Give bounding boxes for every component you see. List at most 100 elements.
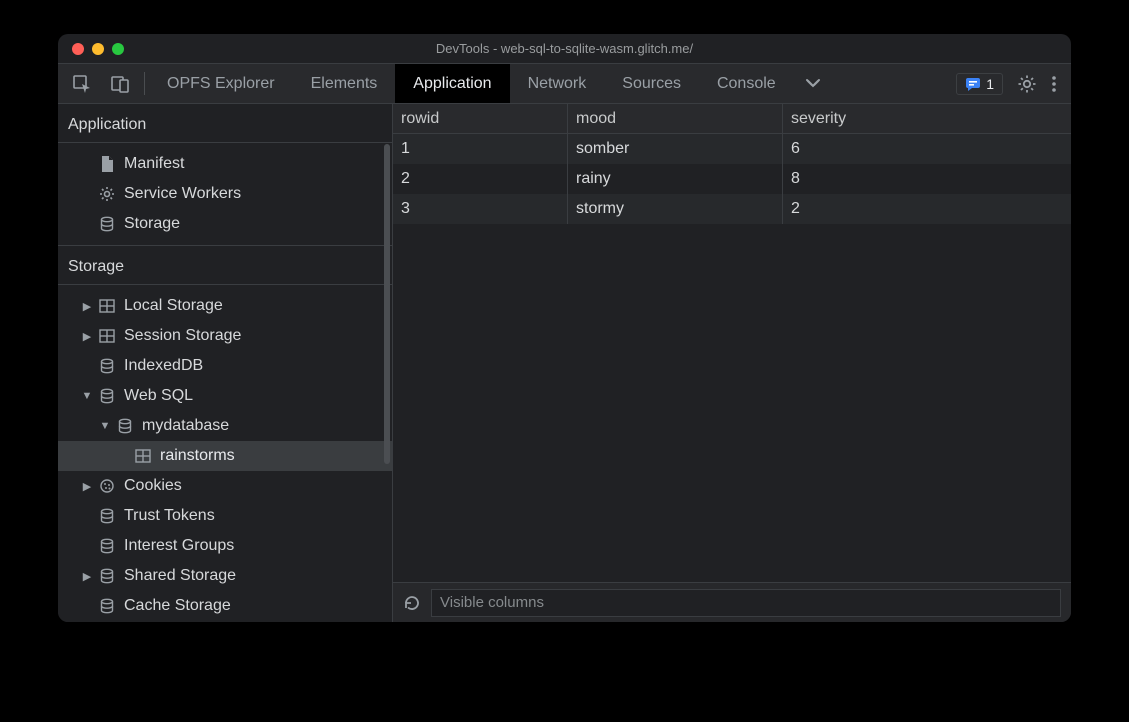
cell-rowid: 1 [393,134,568,164]
cell-mood: rainy [568,164,783,194]
table-icon [98,329,116,343]
sidebar-item-cookies[interactable]: ▶ Cookies [58,471,392,501]
sidebar-item-storage-overview[interactable]: Storage [58,209,392,239]
refresh-button[interactable] [403,594,421,612]
kebab-icon [1051,74,1057,94]
database-icon [98,598,116,614]
cell-mood: stormy [568,194,783,224]
database-icon [98,358,116,374]
sidebar-item-label: Manifest [124,155,184,173]
toolbar-divider [144,72,145,95]
sidebar-item-cache-storage[interactable]: ▶ Cache Storage [58,591,392,621]
sidebar-section-application: Application [58,104,392,143]
sidebar-item-label: Session Storage [124,327,241,345]
expand-arrow-icon[interactable]: ▶ [80,300,94,313]
cell-mood: somber [568,134,783,164]
sidebar-item-manifest[interactable]: Manifest [58,149,392,179]
sidebar-scrollbar[interactable] [384,144,390,464]
tab-console[interactable]: Console [699,64,794,103]
more-tabs-button[interactable] [794,64,832,103]
zoom-window-button[interactable] [112,43,124,55]
table-toolbar [393,582,1071,622]
window-title: DevTools - web-sql-to-sqlite-wasm.glitch… [58,41,1071,56]
collapse-arrow-icon[interactable]: ▼ [80,390,94,402]
tab-opfs-explorer[interactable]: OPFS Explorer [149,64,293,103]
sidebar-item-label: Trust Tokens [124,507,215,525]
table-row[interactable]: 3 stormy 2 [393,194,1071,224]
expand-arrow-icon[interactable]: ▶ [80,330,94,343]
sidebar-item-label: Local Storage [124,297,223,315]
table-row[interactable]: 2 rainy 8 [393,164,1071,194]
table-icon [134,449,152,463]
cookie-icon [98,478,116,494]
refresh-icon [403,594,421,612]
expand-arrow-icon[interactable]: ▶ [80,570,94,583]
window-titlebar: DevTools - web-sql-to-sqlite-wasm.glitch… [58,34,1071,64]
database-icon [98,508,116,524]
expand-arrow-icon[interactable]: ▶ [80,480,94,493]
column-header-severity[interactable]: severity [783,104,1071,133]
application-sidebar: Application Manifest Service Workers [58,104,393,622]
tab-elements[interactable]: Elements [293,64,396,103]
column-header-mood[interactable]: mood [568,104,783,133]
sidebar-item-label: Shared Storage [124,567,236,585]
issues-count: 1 [986,76,994,92]
close-window-button[interactable] [72,43,84,55]
cell-severity: 6 [783,134,1071,164]
traffic-lights [58,43,124,55]
sidebar-item-label: rainstorms [160,447,235,465]
database-icon [98,388,116,404]
tab-network[interactable]: Network [510,64,605,103]
database-icon [116,418,134,434]
tab-sources[interactable]: Sources [604,64,699,103]
devtools-window: DevTools - web-sql-to-sqlite-wasm.glitch… [58,34,1071,622]
sidebar-item-label: Cookies [124,477,182,495]
inspect-element-icon[interactable] [72,74,92,94]
sidebar-item-label: Storage [124,215,180,233]
sidebar-section-storage: Storage [58,246,392,285]
sidebar-item-label: Cache Storage [124,597,231,615]
table-icon [98,299,116,313]
database-icon [98,568,116,584]
sidebar-item-web-sql[interactable]: ▼ Web SQL [58,381,392,411]
sidebar-item-indexeddb[interactable]: ▶ IndexedDB [58,351,392,381]
sidebar-item-label: Web SQL [124,387,193,405]
sidebar-item-rainstorms[interactable]: rainstorms [58,441,392,471]
issues-icon [965,76,981,92]
collapse-arrow-icon[interactable]: ▼ [98,420,112,432]
sidebar-item-label: Service Workers [124,185,241,203]
sidebar-item-label: IndexedDB [124,357,203,375]
sidebar-item-trust-tokens[interactable]: ▶ Trust Tokens [58,501,392,531]
column-header-rowid[interactable]: rowid [393,104,568,133]
cell-severity: 8 [783,164,1071,194]
table-header: rowid mood severity [393,104,1071,134]
device-toggle-icon[interactable] [110,74,130,94]
data-table: rowid mood severity 1 somber 6 2 rainy 8 [393,104,1071,582]
gear-icon [1017,74,1037,94]
database-icon [98,538,116,554]
table-body: 1 somber 6 2 rainy 8 3 stormy 2 [393,134,1071,224]
cell-rowid: 3 [393,194,568,224]
devtools-toolbar: OPFS Explorer Elements Application Netwo… [58,64,1071,104]
database-icon [98,216,116,232]
minimize-window-button[interactable] [92,43,104,55]
sidebar-item-service-workers[interactable]: Service Workers [58,179,392,209]
sidebar-item-local-storage[interactable]: ▶ Local Storage [58,291,392,321]
table-row[interactable]: 1 somber 6 [393,134,1071,164]
sidebar-item-session-storage[interactable]: ▶ Session Storage [58,321,392,351]
sidebar-item-mydatabase[interactable]: ▼ mydatabase [58,411,392,441]
sidebar-item-label: mydatabase [142,417,229,435]
sidebar-item-shared-storage[interactable]: ▶ Shared Storage [58,561,392,591]
tab-application[interactable]: Application [395,64,509,103]
settings-button[interactable] [1017,74,1037,94]
cell-rowid: 2 [393,164,568,194]
gear-icon [98,186,116,202]
sidebar-item-interest-groups[interactable]: ▶ Interest Groups [58,531,392,561]
document-icon [98,156,116,172]
issues-badge[interactable]: 1 [956,73,1003,95]
sidebar-item-label: Interest Groups [124,537,234,555]
cell-severity: 2 [783,194,1071,224]
more-options-button[interactable] [1051,74,1057,94]
visible-columns-input[interactable] [431,589,1061,617]
table-panel: rowid mood severity 1 somber 6 2 rainy 8 [393,104,1071,622]
